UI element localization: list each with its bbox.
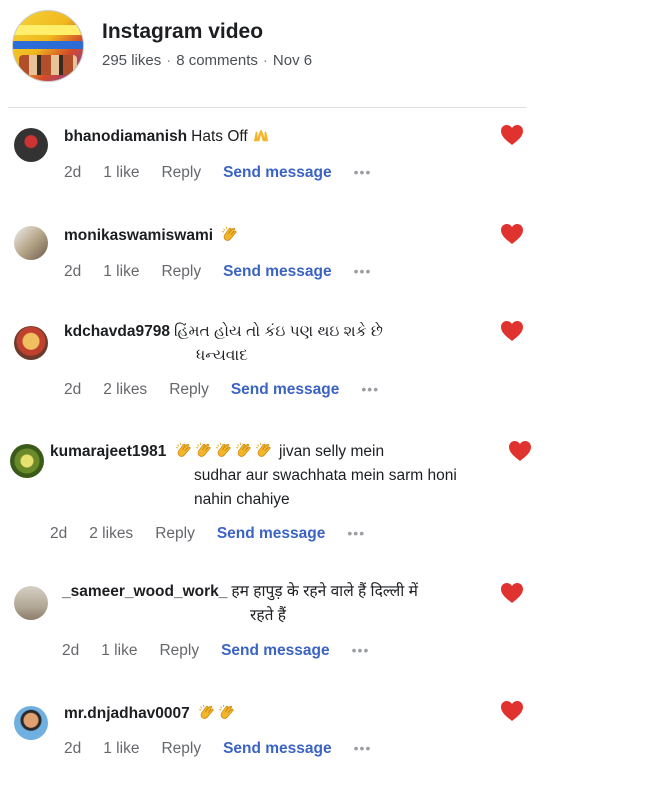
comment-actions: 2d 1 like Reply Send message ••• — [64, 740, 393, 758]
comment-item: monikaswamiswami 2d 1 like Reply Send messa… — [0, 210, 652, 300]
comment-actions: 2d 2 likes Reply Send message ••• — [64, 381, 401, 399]
comment-actions: 2d 2 likes Reply Send message ••• — [50, 525, 387, 543]
comment-item: bhanodiamanish Hats Off 2d 1 like Reply Send… — [0, 110, 652, 200]
likes-count[interactable]: 295 likes — [102, 52, 161, 69]
avatar[interactable] — [14, 128, 48, 162]
heart-icon[interactable] — [500, 320, 524, 342]
clap-icon — [198, 703, 216, 721]
comment-item: mr.dnjadhav0007 2d 1 like Reply Send messag… — [0, 690, 652, 790]
reply-link[interactable]: Reply — [159, 642, 199, 659]
comment-text: Hats Off — [191, 128, 248, 145]
comment-username[interactable]: kumarajeet1981 — [50, 443, 166, 460]
reply-link[interactable]: Reply — [161, 263, 201, 280]
post-title[interactable]: Instagram video — [102, 20, 263, 44]
heart-icon[interactable] — [508, 440, 532, 462]
more-icon[interactable]: ••• — [347, 525, 365, 541]
comment-likes[interactable]: 2 likes — [103, 381, 147, 398]
comment-username[interactable]: mr.dnjadhav0007 — [64, 705, 190, 722]
avatar[interactable] — [14, 226, 48, 260]
comment-text: હિંમત હોય તો કંઇ પણ થઇ શકે છે — [174, 323, 383, 340]
heart-icon[interactable] — [500, 124, 524, 146]
clap-icon — [221, 225, 239, 243]
comment-text-line2: ધન્યવાદ — [196, 347, 248, 364]
more-icon[interactable]: ••• — [361, 381, 379, 397]
comment-text-line2: रहते हैं — [250, 607, 286, 624]
comment-likes[interactable]: 2 likes — [89, 525, 133, 542]
comment-likes[interactable]: 1 like — [103, 164, 139, 181]
comment-text-line3: nahin chahiye — [194, 491, 290, 508]
send-message-link[interactable]: Send message — [221, 642, 330, 659]
send-message-link[interactable]: Send message — [223, 263, 332, 280]
comment-actions: 2d 1 like Reply Send message ••• — [62, 642, 391, 660]
clap-icon — [235, 441, 253, 459]
comment-likes[interactable]: 1 like — [101, 642, 137, 659]
avatar[interactable] — [14, 586, 48, 620]
comment-item: kdchavda9798 હિંમત હોય તો કંઇ પણ થઇ શકે છ… — [0, 310, 652, 420]
avatar[interactable] — [14, 326, 48, 360]
comment-likes[interactable]: 1 like — [103, 263, 139, 280]
comment-text: jivan selly mein — [278, 443, 385, 460]
clap-icon — [215, 441, 233, 459]
comment-username[interactable]: kdchavda9798 — [64, 323, 170, 340]
send-message-link[interactable]: Send message — [223, 740, 332, 757]
comment-age: 2d — [62, 642, 80, 659]
clap-icon — [195, 441, 213, 459]
comment-actions: 2d 1 like Reply Send message ••• — [64, 263, 393, 281]
post-header: Instagram video 295 likes · 8 comments · Nov… — [0, 0, 652, 108]
reply-link[interactable]: Reply — [155, 525, 195, 542]
raised-hands-icon — [253, 130, 269, 142]
reply-link[interactable]: Reply — [161, 740, 201, 757]
more-icon[interactable]: ••• — [352, 642, 370, 658]
heart-icon[interactable] — [500, 582, 524, 604]
comment-likes[interactable]: 1 like — [103, 740, 139, 757]
send-message-link[interactable]: Send message — [223, 164, 332, 181]
video-thumbnail[interactable] — [12, 10, 84, 82]
reply-link[interactable]: Reply — [169, 381, 209, 398]
comment-item: kumarajeet1981 jivan selly mein sudhar a… — [0, 430, 652, 560]
more-icon[interactable]: ••• — [354, 263, 372, 279]
comment-age: 2d — [64, 740, 82, 757]
comment-actions: 2d 1 like Reply Send message ••• — [64, 164, 393, 182]
avatar[interactable] — [14, 706, 48, 740]
send-message-link[interactable]: Send message — [217, 525, 326, 542]
send-message-link[interactable]: Send message — [231, 381, 340, 398]
clap-icon — [255, 441, 273, 459]
post-date: Nov 6 — [272, 52, 313, 69]
clap-icon — [218, 703, 236, 721]
comment-text: हम हापुड़ के रहने वाले हैं दिल्ली में — [231, 583, 418, 600]
heart-icon[interactable] — [500, 700, 524, 722]
comment-username[interactable]: _sameer_wood_work_ — [62, 583, 227, 600]
more-icon[interactable]: ••• — [354, 740, 372, 756]
comment-username[interactable]: bhanodiamanish — [64, 128, 187, 145]
comment-item: _sameer_wood_work_ हम हापुड़ के रहने वाले… — [0, 570, 652, 680]
more-icon[interactable]: ••• — [354, 164, 372, 180]
comments-count[interactable]: 8 comments — [176, 52, 258, 69]
heart-icon[interactable] — [500, 223, 524, 245]
comment-age: 2d — [64, 263, 82, 280]
avatar[interactable] — [10, 444, 44, 478]
comment-age: 2d — [64, 164, 82, 181]
clap-icon — [175, 441, 193, 459]
reply-link[interactable]: Reply — [161, 164, 201, 181]
comment-age: 2d — [64, 381, 82, 398]
comment-username[interactable]: monikaswamiswami — [64, 227, 213, 244]
comment-text-line2: sudhar aur swachhata mein sarm honi — [194, 467, 457, 484]
post-meta: 295 likes · 8 comments · Nov 6 — [102, 52, 313, 69]
comment-age: 2d — [50, 525, 68, 542]
divider — [8, 107, 526, 108]
